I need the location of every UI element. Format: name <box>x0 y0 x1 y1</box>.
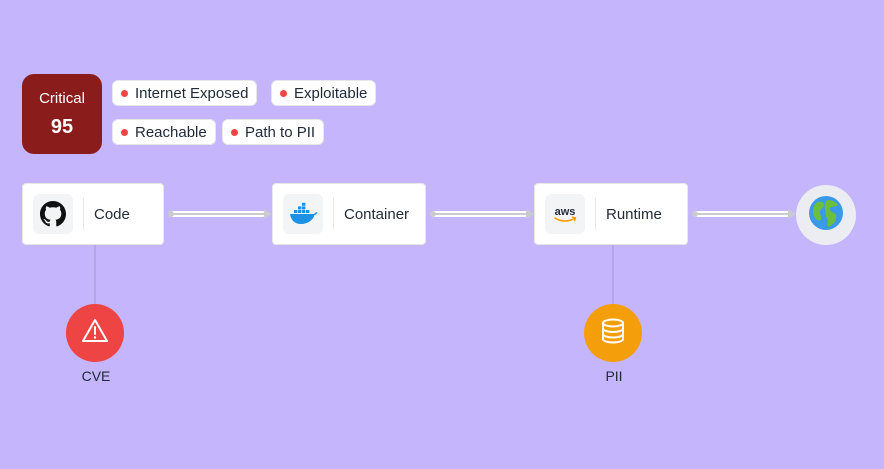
tag-dot <box>121 128 128 136</box>
cve-link-line <box>94 245 96 307</box>
internet-node[interactable] <box>796 185 856 245</box>
docker-icon <box>283 194 323 234</box>
tag-path-to-pii: Path to PII <box>222 119 325 145</box>
node-label: Code <box>94 205 130 223</box>
node-label: Runtime <box>606 205 662 223</box>
tag-label: Exploitable <box>294 84 368 102</box>
node-container[interactable]: Container <box>272 183 426 245</box>
node-runtime[interactable]: aws Runtime <box>534 183 688 245</box>
connector-container-runtime <box>430 208 534 220</box>
node-label: Container <box>344 205 410 223</box>
globe-icon <box>808 195 844 236</box>
severity-label: Critical <box>39 90 85 107</box>
tag-internet-exposed: Internet Exposed <box>112 80 258 106</box>
tag-dot <box>231 128 238 136</box>
github-icon <box>33 194 73 234</box>
tag-reachable: Reachable <box>112 119 216 145</box>
tag-label: Internet Exposed <box>135 84 249 102</box>
pii-link-line <box>612 245 614 307</box>
severity-badge: Critical 95 <box>22 74 102 154</box>
node-separator <box>83 198 84 230</box>
node-code[interactable]: Code <box>22 183 164 245</box>
connector-runtime-internet <box>692 208 796 220</box>
issue-label-pii: PII <box>605 368 623 384</box>
warning-icon <box>81 318 109 349</box>
severity-score: 95 <box>50 116 74 138</box>
tag-label: Path to PII <box>245 123 316 141</box>
node-separator <box>333 198 334 230</box>
node-separator <box>595 198 596 230</box>
tag-dot <box>121 89 128 97</box>
svg-text:aws: aws <box>555 206 576 218</box>
issue-cve[interactable] <box>66 304 124 362</box>
issue-pii[interactable] <box>584 304 642 362</box>
issue-label-cve: CVE <box>81 368 111 384</box>
connector-code-container <box>168 208 272 220</box>
tag-label: Reachable <box>135 123 207 141</box>
aws-icon: aws <box>545 194 585 234</box>
tag-dot <box>280 89 287 97</box>
tag-exploitable: Exploitable <box>271 80 377 106</box>
database-icon <box>600 317 626 350</box>
